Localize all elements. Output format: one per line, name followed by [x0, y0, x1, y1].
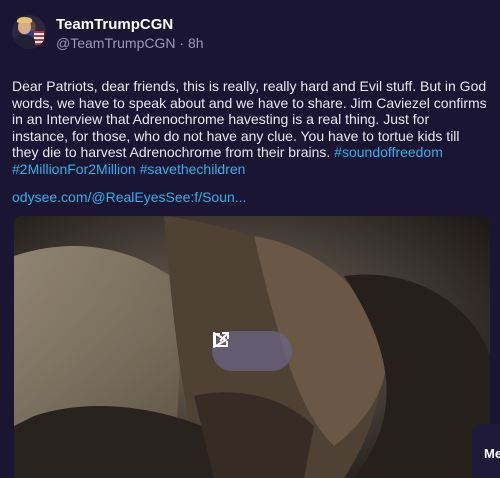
separator: · [175, 35, 188, 51]
body-line: Dear Patriots, dear friends, this is rea… [12, 78, 487, 94]
avatar-hair [17, 17, 32, 23]
external-link[interactable]: odysee.com/@RealEyesSee:f/Soun... [12, 189, 486, 205]
author-info: TeamTrumpCGN @TeamTrumpCGN · 8h [56, 16, 204, 52]
handle-row: @TeamTrumpCGN · 8h [56, 34, 204, 52]
post-body: Dear Patriots, dear friends, this is rea… [12, 78, 488, 177]
video-controls [212, 331, 292, 371]
side-panel-label: Me [484, 446, 500, 461]
display-name[interactable]: TeamTrumpCGN [56, 16, 204, 34]
body-line: harvest Adrenochrome from their brains. [80, 144, 331, 160]
hashtag-link[interactable]: #savethechildren [140, 161, 246, 177]
avatar[interactable] [12, 15, 46, 49]
body-line: words, we have to speak about and we hav… [12, 94, 487, 111]
video-preview[interactable] [14, 216, 490, 478]
post-card: TeamTrumpCGN @TeamTrumpCGN · 8h Dear Pat… [0, 0, 500, 478]
avatar-suit [13, 35, 35, 49]
hashtag-link[interactable]: #soundoffreedom [334, 144, 443, 160]
side-panel-tab[interactable]: Me [472, 424, 500, 478]
hashtag-link[interactable]: #2MillionFor2Million [12, 161, 136, 177]
post-header: TeamTrumpCGN @TeamTrumpCGN · 8h [12, 12, 486, 56]
timestamp[interactable]: 8h [188, 35, 204, 51]
handle[interactable]: @TeamTrumpCGN [56, 35, 176, 51]
